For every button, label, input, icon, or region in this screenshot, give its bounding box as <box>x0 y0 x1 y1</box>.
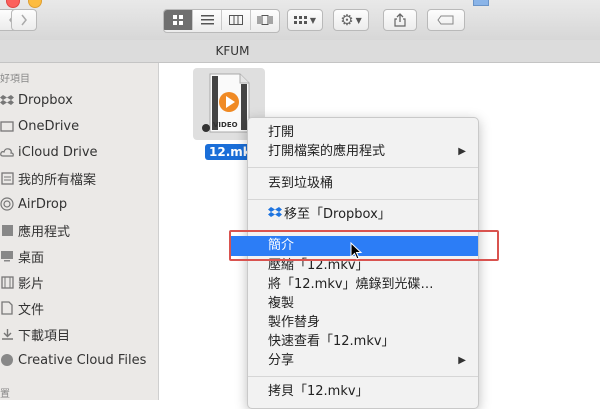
cloud-icon <box>0 147 15 158</box>
sidebar-item-label: AirDrop <box>18 196 68 212</box>
column-view-button[interactable] <box>222 10 251 30</box>
menu-separator <box>248 376 478 377</box>
sidebar-item-icloud-drive[interactable]: iCloud Drive <box>0 139 158 165</box>
sidebar-item-label: 我的所有檔案 <box>18 172 97 188</box>
menu-separator <box>248 167 478 168</box>
menu-item-burn-to-disc[interactable]: 將「12.mkv」燒錄到光碟… <box>248 275 478 295</box>
folder-proxy-icon <box>473 0 489 6</box>
share-button[interactable] <box>383 9 417 31</box>
minimize-window-button[interactable] <box>28 0 42 8</box>
sidebar-item-label: 文件 <box>18 302 45 318</box>
downloads-icon <box>0 328 15 341</box>
icon-view-button[interactable] <box>164 10 193 30</box>
submenu-arrow-icon: ▶ <box>458 146 466 157</box>
menu-item-make-alias[interactable]: 製作替身 <box>248 313 478 333</box>
sidebar: 好項目 Dropbox OneDrive iCloud Drive 我的所有檔案… <box>0 63 159 400</box>
grid-icon <box>172 14 183 25</box>
menu-item-open[interactable]: 打開 <box>248 123 478 143</box>
tags-button[interactable] <box>427 9 465 31</box>
sidebar-section-favorites: 好項目 <box>0 74 30 85</box>
all-files-icon <box>0 171 15 185</box>
menu-item-quick-look[interactable]: 快速查看「12.mkv」 <box>248 332 478 352</box>
submenu-arrow-icon: ▶ <box>458 355 466 366</box>
documents-icon <box>0 301 15 315</box>
creative-cloud-icon <box>0 353 15 367</box>
menu-item-move-to-trash[interactable]: 丟到垃圾桶 <box>248 174 478 194</box>
menu-item-duplicate[interactable]: 複製 <box>248 294 478 314</box>
sidebar-item-label: 桌面 <box>18 250 45 266</box>
onedrive-icon <box>0 120 15 132</box>
title-bar: KFUM <box>0 40 600 63</box>
close-window-button[interactable] <box>6 0 20 8</box>
arrange-button[interactable]: ▼ <box>287 9 323 31</box>
desktop-icon <box>0 250 15 262</box>
columns-icon <box>229 15 243 25</box>
menu-item-share[interactable]: 分享 ▶ <box>248 351 478 371</box>
menu-separator <box>248 199 478 200</box>
folder-title: KFUM <box>215 44 250 58</box>
mouse-pointer-icon <box>350 242 363 260</box>
sidebar-item-desktop[interactable]: 桌面 <box>0 243 158 269</box>
view-mode-segmented-control <box>163 9 280 33</box>
menu-item-move-to-dropbox[interactable]: 移至「Dropbox」 <box>248 205 478 225</box>
chevron-down-icon: ▼ <box>309 15 317 25</box>
airdrop-icon <box>0 197 15 211</box>
sidebar-item-airdrop[interactable]: AirDrop <box>0 191 158 217</box>
cover-flow-icon <box>257 15 273 25</box>
menu-separator <box>248 230 478 231</box>
menu-item-label: 打開檔案的應用程式 <box>268 144 386 159</box>
sidebar-item-movies[interactable]: 影片 <box>0 269 158 295</box>
share-icon <box>394 13 406 27</box>
sidebar-item-label: 應用程式 <box>18 224 71 240</box>
action-button[interactable]: ⚙ ▼ <box>333 9 369 31</box>
sidebar-item-onedrive[interactable]: OneDrive <box>0 113 158 139</box>
sidebar-item-label: iCloud Drive <box>18 144 98 160</box>
applications-icon <box>0 224 15 237</box>
sidebar-item-label: Dropbox <box>18 92 73 108</box>
sidebar-item-creative-cloud-files[interactable]: Creative Cloud Files <box>0 347 158 373</box>
list-icon <box>200 15 214 25</box>
movies-icon <box>0 275 15 289</box>
sidebar-section-devices: 置 <box>0 389 10 400</box>
sidebar-item-documents[interactable]: 文件 <box>0 295 158 321</box>
toolbar: ▼ ⚙ ▼ <box>0 0 600 41</box>
chevron-right-icon <box>21 14 27 26</box>
sidebar-item-all-my-files[interactable]: 我的所有檔案 <box>0 165 158 191</box>
sidebar-item-label: OneDrive <box>18 118 80 134</box>
dropbox-icon <box>268 205 284 225</box>
sidebar-item-label: 影片 <box>18 276 45 292</box>
arrange-icon <box>293 15 307 24</box>
menu-item-copy[interactable]: 拷貝「12.mkv」 <box>248 382 478 402</box>
gear-icon: ⚙ <box>340 11 354 29</box>
context-menu: 打開 打開檔案的應用程式 ▶ 丟到垃圾桶 移至「Dropbox」 簡介 壓縮「1… <box>231 117 479 409</box>
sidebar-item-label: 下載項目 <box>18 328 71 344</box>
cover-flow-view-button[interactable] <box>251 10 279 30</box>
dropbox-icon <box>0 94 15 106</box>
sidebar-item-applications[interactable]: 應用程式 <box>0 217 158 243</box>
sidebar-item-dropbox[interactable]: Dropbox <box>0 87 158 113</box>
chevron-down-icon: ▼ <box>355 15 362 25</box>
tag-icon <box>437 15 454 25</box>
menu-item-open-with[interactable]: 打開檔案的應用程式 ▶ <box>248 142 478 162</box>
forward-button[interactable] <box>11 9 37 31</box>
file-type-label: VIDEO <box>213 121 238 129</box>
menu-item-label: 分享 <box>268 353 295 368</box>
sidebar-item-downloads[interactable]: 下載項目 <box>0 321 158 347</box>
sidebar-item-label: Creative Cloud Files <box>18 352 147 368</box>
menu-item-label: 移至「Dropbox」 <box>284 207 391 222</box>
list-view-button[interactable] <box>193 10 222 30</box>
